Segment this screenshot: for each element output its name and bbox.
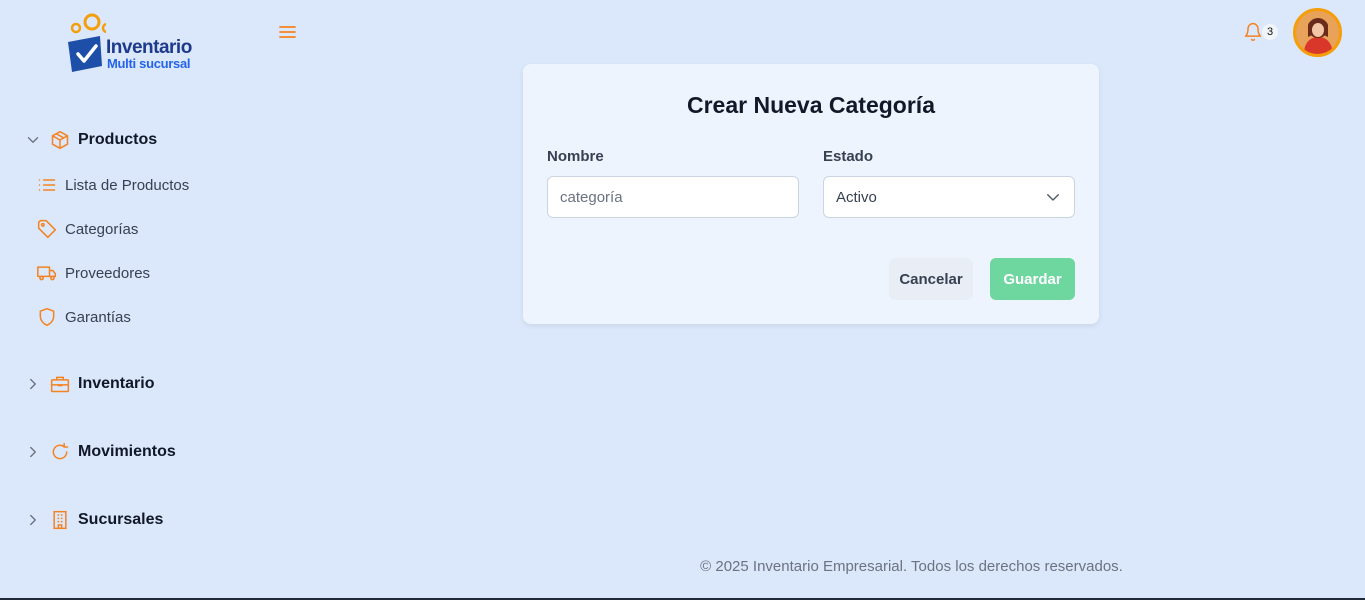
sidebar-group-movimientos[interactable]: Movimientos [24,440,176,464]
status-select[interactable]: Activo [823,176,1075,218]
sidebar-group-productos[interactable]: Productos [24,128,157,152]
sidebar-item-label: Proveedores [65,264,151,282]
cancel-button[interactable]: Cancelar [889,258,973,300]
truck-icon [37,266,57,281]
chevron-right-icon [30,514,36,526]
notification-count-badge: 3 [1262,24,1278,40]
name-input[interactable] [547,176,799,218]
save-button[interactable]: Guardar [990,258,1075,300]
footer: © 2025 Inventario Empresarial. Todos los… [0,558,1365,575]
bell-icon[interactable] [1243,22,1263,42]
sidebar-group-inventario[interactable]: Inventario [24,372,154,396]
box-icon [51,130,69,150]
sidebar-group-label: Productos [78,131,158,148]
name-label: Nombre [547,148,604,165]
sidebar-item-lista-productos[interactable]: Lista de Productos [37,174,189,196]
form-title: Crear Nueva Categoría [687,92,935,118]
chevron-down-icon [27,137,39,143]
chevron-down-icon [1047,194,1059,201]
create-category-card: Crear Nueva Categoría Nombre Estado Acti… [523,64,1099,324]
sidebar-group-label: Inventario [78,375,155,392]
menu-toggle-icon[interactable] [278,24,298,40]
sidebar-group-sucursales[interactable]: Sucursales [24,508,163,532]
briefcase-icon [50,376,70,393]
refresh-icon [52,442,69,460]
tag-icon [37,219,57,239]
list-icon [38,179,56,191]
sidebar-item-proveedores[interactable]: Proveedores [37,262,150,284]
user-avatar[interactable] [1293,8,1342,57]
sidebar-item-label: Categorías [65,220,139,238]
app-logo[interactable]: Inventario Multi sucursal [66,12,206,74]
status-label: Estado [823,148,874,165]
shield-icon [39,307,55,327]
status-select-value: Activo [836,188,877,206]
chevron-right-icon [30,378,36,390]
sidebar-group-label: Movimientos [78,443,176,460]
footer-text: © 2025 Inventario Empresarial. Todos los… [700,558,1123,575]
sidebar-group-label: Sucursales [78,511,164,528]
sidebar-item-label: Garantías [65,308,131,326]
chevron-right-icon [30,446,36,458]
building-icon [53,510,67,530]
sidebar-item-label: Lista de Productos [65,176,190,194]
sidebar-item-categorias[interactable]: Categorías [37,218,138,240]
logo-subtitle: Multi sucursal [107,56,191,71]
logo-icon [68,13,106,72]
sidebar-item-garantias[interactable]: Garantías [37,306,131,328]
